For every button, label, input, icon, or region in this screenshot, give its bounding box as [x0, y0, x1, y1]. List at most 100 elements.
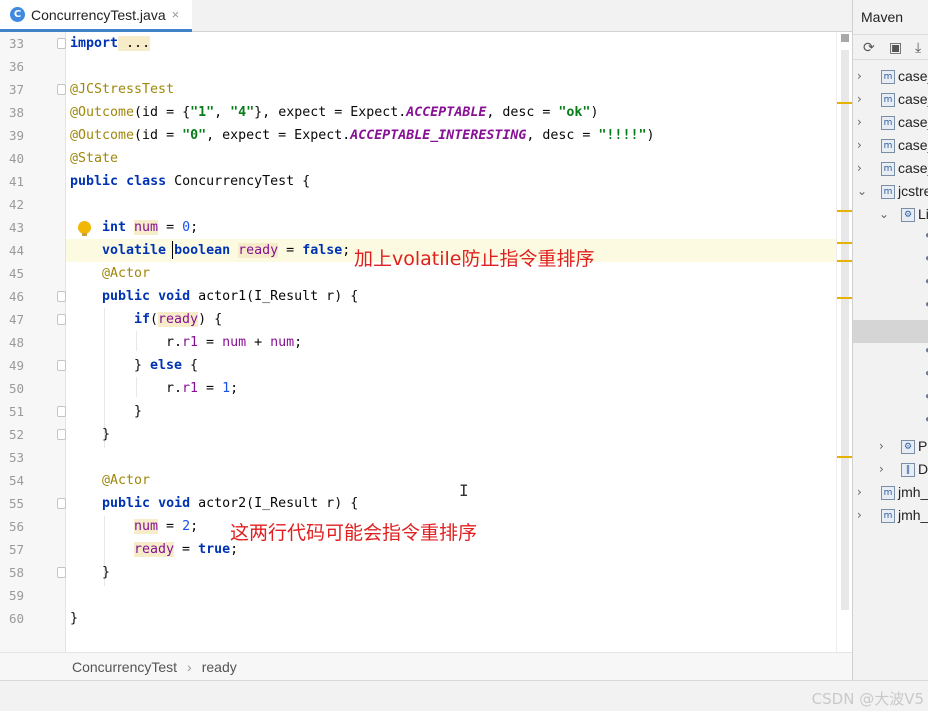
line-number: 44 [8, 243, 24, 258]
breadcrumb-field[interactable]: ready [202, 659, 237, 675]
tree-item-label: case_ [898, 160, 928, 176]
fold-marker[interactable] [57, 38, 66, 49]
status-bar: CSDN @大波V5 [0, 680, 928, 711]
line-number: 47 [8, 312, 24, 327]
line-number: 54 [8, 473, 24, 488]
maven-project-item[interactable]: › m jmh_ [853, 482, 928, 505]
code-line-50: r.r1 = 1; [166, 381, 239, 396]
line-number: 38 [8, 105, 24, 120]
line-number: 50 [8, 381, 24, 396]
maven-project-item[interactable]: › m case_ [853, 89, 928, 112]
error-stripe-mark[interactable] [837, 456, 853, 458]
reload-icon[interactable]: ⟳ [863, 40, 875, 56]
maven-module-icon: m [881, 70, 895, 84]
editor-scrollbar[interactable] [836, 32, 853, 652]
line-number: 58 [8, 565, 24, 580]
tree-item-label: case_ [898, 91, 928, 107]
line-number: 45 [8, 266, 24, 281]
chevron-right-icon[interactable]: › [857, 161, 862, 175]
fold-marker[interactable] [57, 498, 66, 509]
code-line-51: } [134, 404, 143, 419]
line-number: 53 [8, 450, 24, 465]
breadcrumb: ConcurrencyTest › ready [0, 652, 852, 680]
code-line-40: @State [70, 151, 119, 166]
line-number: 43 [8, 220, 24, 235]
indent-guide [136, 377, 137, 397]
error-stripe-mark[interactable] [837, 297, 853, 299]
line-number: 39 [8, 128, 24, 143]
line-number: 41 [8, 174, 24, 189]
line-number: 55 [8, 496, 24, 511]
line-number: 60 [8, 611, 24, 626]
code-line-44: volatile boolean ready = false; [102, 243, 351, 258]
maven-project-item[interactable]: › m case_ [853, 158, 928, 181]
lightbulb-icon[interactable] [78, 221, 91, 236]
line-number: 46 [8, 289, 24, 304]
fold-marker[interactable] [57, 360, 66, 371]
indent-guide [136, 331, 137, 351]
dependencies-folder-icon: ‖ [901, 463, 915, 477]
close-tab-icon[interactable]: × [172, 7, 180, 22]
maven-project-item[interactable]: › m case_ [853, 135, 928, 158]
selected-tree-row[interactable] [853, 320, 928, 343]
text-caret [172, 241, 173, 259]
fold-marker[interactable] [57, 567, 66, 578]
maven-dependencies-item[interactable]: › ‖ D [853, 459, 928, 482]
code-line-54: @Actor [102, 473, 151, 488]
chevron-right-icon[interactable]: › [879, 439, 884, 453]
chevron-right-icon[interactable]: › [879, 462, 884, 476]
code-line-37: @JCStressTest [70, 82, 175, 97]
error-stripe-mark[interactable] [837, 210, 853, 212]
line-number: 59 [8, 588, 24, 603]
scrollbar-track[interactable] [841, 50, 849, 610]
breadcrumb-class[interactable]: ConcurrencyTest [72, 659, 177, 675]
fold-marker[interactable] [57, 84, 66, 95]
line-number: 51 [8, 404, 24, 419]
maven-project-item-expanded[interactable]: ⌄ m jcstre [853, 181, 928, 204]
chevron-right-icon[interactable]: › [857, 92, 862, 106]
inspection-status-icon[interactable] [841, 34, 849, 42]
maven-module-icon: m [881, 93, 895, 107]
code-line-47: if(ready) { [134, 312, 223, 327]
fold-marker[interactable] [57, 429, 66, 440]
watermark: CSDN @大波V5 [811, 690, 924, 708]
line-number: 40 [8, 151, 24, 166]
fold-marker[interactable] [57, 314, 66, 325]
fold-marker[interactable] [57, 406, 66, 417]
code-line-57: ready = true; [134, 542, 239, 557]
annotation-note-volatile: 加上volatile防止指令重排序 [354, 248, 595, 270]
lifecycle-folder-icon: ⚙ [901, 208, 915, 222]
maven-module-icon: m [881, 486, 895, 500]
code-line-52: } [102, 427, 111, 442]
chevron-right-icon[interactable]: › [857, 508, 862, 522]
add-project-icon[interactable]: ▣ [889, 40, 902, 56]
code-line-33: import ... [70, 36, 151, 51]
maven-plugins-item[interactable]: › ⚙ P [853, 436, 928, 459]
maven-project-item[interactable]: › m jmh_ [853, 505, 928, 528]
chevron-right-icon[interactable]: › [857, 69, 862, 83]
chevron-right-icon[interactable]: › [857, 115, 862, 129]
chevron-right-icon[interactable]: › [857, 485, 862, 499]
error-stripe-mark[interactable] [837, 242, 853, 244]
download-icon[interactable]: ⤓ [915, 40, 921, 56]
tree-item-label: case_ [898, 68, 928, 84]
maven-project-item[interactable]: › m case_ [853, 66, 928, 89]
error-stripe-mark[interactable] [837, 102, 853, 104]
line-number: 36 [8, 59, 24, 74]
tree-item-label: Li [918, 206, 928, 222]
annotation-note-reorder: 这两行代码可能会指令重排序 [230, 522, 478, 544]
plugins-folder-icon: ⚙ [901, 440, 915, 454]
editor-tab-bar: C ConcurrencyTest.java × [0, 0, 852, 32]
chevron-down-icon[interactable]: ⌄ [879, 207, 889, 221]
fold-marker[interactable] [57, 291, 66, 302]
code-editor[interactable]: import ... @JCStressTest @Outcome(id = {… [66, 32, 852, 652]
maven-lifecycle-item[interactable]: ⌄ ⚙ Li [853, 204, 928, 227]
chevron-right-icon[interactable]: › [857, 138, 862, 152]
maven-project-item[interactable]: › m case_ [853, 112, 928, 135]
error-stripe-mark[interactable] [837, 260, 853, 262]
breadcrumb-separator-icon: › [187, 658, 192, 675]
code-line-56: num = 2; [134, 519, 199, 534]
code-line-39: @Outcome(id = "0", expect = Expect.ACCEP… [70, 128, 655, 143]
chevron-down-icon[interactable]: ⌄ [857, 184, 867, 198]
editor-tab[interactable]: C ConcurrencyTest.java × [0, 0, 192, 32]
